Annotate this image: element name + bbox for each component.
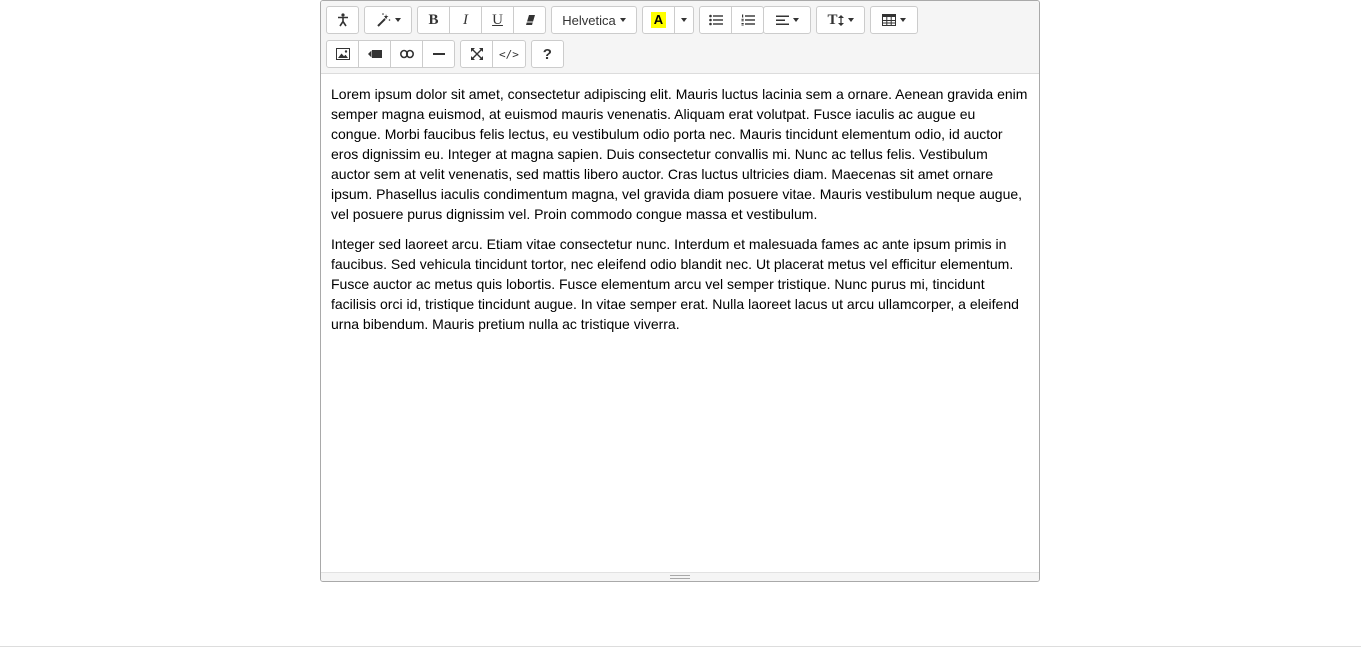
link-icon bbox=[399, 49, 414, 59]
toolbar-row-1: B I U Helvetica A T bbox=[326, 6, 923, 34]
horizontal-rule-button[interactable] bbox=[422, 40, 455, 68]
bullet-list-icon bbox=[708, 14, 723, 26]
video-icon bbox=[367, 49, 382, 59]
table-dropdown-button[interactable] bbox=[870, 6, 918, 34]
fullscreen-button[interactable] bbox=[460, 40, 493, 68]
minus-icon bbox=[432, 52, 445, 56]
chevron-down-icon bbox=[847, 18, 854, 22]
align-left-icon bbox=[775, 15, 789, 26]
magic-wand-icon bbox=[376, 13, 391, 27]
underline-button[interactable]: U bbox=[481, 6, 514, 34]
line-height-icon bbox=[837, 14, 844, 26]
content-paragraph: Integer sed laoreet arcu. Etiam vitae co… bbox=[331, 236, 1019, 332]
help-button[interactable]: ? bbox=[530, 40, 564, 68]
expand-icon bbox=[470, 48, 483, 60]
highlight-color-button[interactable]: A bbox=[642, 6, 675, 34]
font-size-dropdown[interactable]: T bbox=[816, 6, 865, 34]
chevron-down-icon bbox=[394, 18, 401, 22]
insert-link-button[interactable] bbox=[390, 40, 423, 68]
editor-resize-bar[interactable] bbox=[321, 572, 1039, 581]
rich-text-editor: B I U Helvetica A T </> ? Lorem ipsum do… bbox=[320, 0, 1040, 582]
toolbar-row-2: </> ? bbox=[326, 40, 569, 68]
eraser-icon bbox=[524, 14, 536, 26]
numbered-list-icon bbox=[741, 14, 755, 26]
style-dropdown-button[interactable] bbox=[364, 6, 412, 34]
color-dropdown-toggle[interactable] bbox=[674, 6, 694, 34]
ordered-list-button[interactable] bbox=[731, 6, 764, 34]
chevron-down-icon bbox=[619, 18, 626, 22]
editor-toolbar: B I U Helvetica A T </> ? bbox=[321, 1, 1039, 74]
clear-format-button[interactable] bbox=[513, 6, 546, 34]
page-divider bbox=[0, 646, 1361, 647]
font-family-value: Helvetica bbox=[562, 12, 616, 28]
accessibility-button[interactable] bbox=[326, 6, 359, 34]
insert-picture-button[interactable] bbox=[326, 40, 359, 68]
chevron-down-icon bbox=[900, 18, 906, 22]
highlight-color-icon: A bbox=[650, 12, 667, 28]
font-family-dropdown[interactable]: Helvetica bbox=[551, 6, 637, 34]
editor-content[interactable]: Lorem ipsum dolor sit amet, consectetur … bbox=[321, 74, 1039, 354]
chevron-down-icon bbox=[792, 18, 799, 22]
insert-video-button[interactable] bbox=[358, 40, 391, 68]
content-paragraph: Lorem ipsum dolor sit amet, consectetur … bbox=[331, 86, 1028, 222]
resize-grip-icon bbox=[670, 575, 690, 579]
accessibility-icon bbox=[336, 13, 350, 27]
unordered-list-button[interactable] bbox=[699, 6, 732, 34]
paragraph-align-dropdown[interactable] bbox=[763, 6, 811, 34]
table-icon bbox=[882, 14, 896, 26]
italic-button[interactable]: I bbox=[449, 6, 482, 34]
code-view-button[interactable]: </> bbox=[492, 40, 526, 68]
bold-button[interactable]: B bbox=[417, 6, 450, 34]
font-size-icon: T bbox=[827, 11, 838, 28]
chevron-down-icon bbox=[681, 18, 687, 22]
picture-icon bbox=[335, 48, 350, 60]
